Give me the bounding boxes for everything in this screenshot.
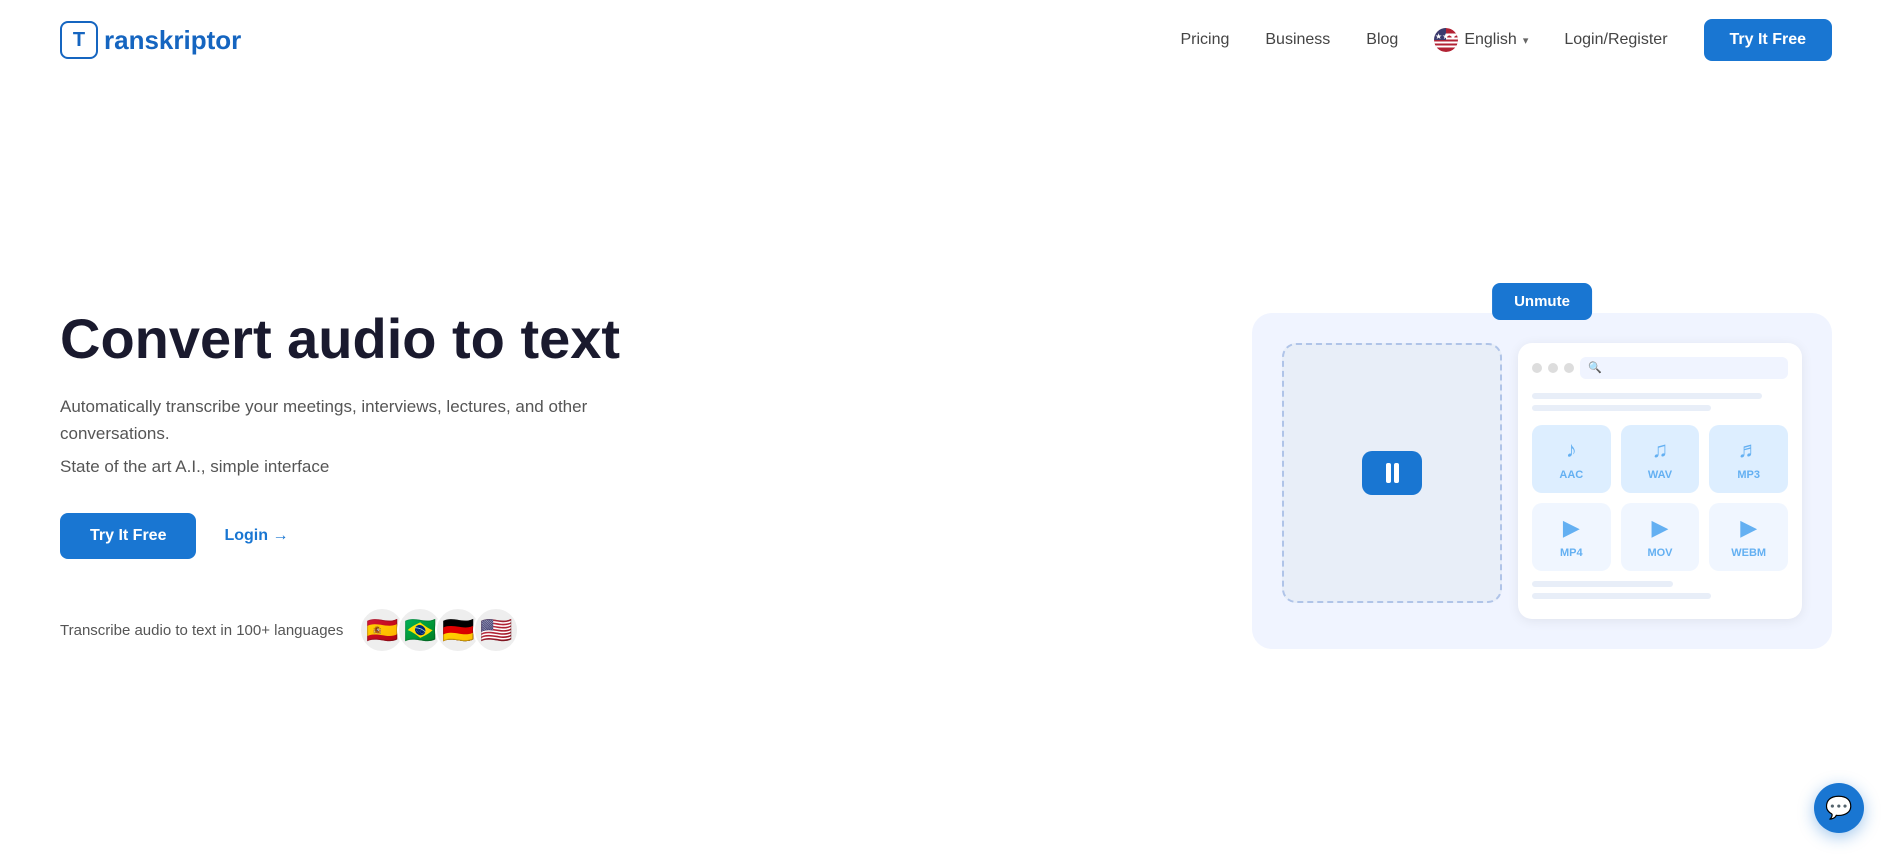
play-icon-webm: ▶ [1740,515,1757,541]
file-label-wav: WAV [1648,469,1672,481]
pause-button[interactable] [1362,451,1422,495]
file-card-mp4: ▶ MP4 [1532,503,1611,571]
us-flag-icon: ★★★ [1434,28,1458,52]
bottom-line-1 [1532,581,1673,587]
chat-icon: 💬 [1825,795,1852,821]
flag-icons: 🇪🇸 🇧🇷 🇩🇪 🇺🇸 [359,607,519,653]
text-lines [1532,393,1788,411]
hero-try-free-button[interactable]: Try It Free [60,513,196,559]
bottom-lines [1532,581,1788,599]
bottom-line-2 [1532,593,1711,599]
text-line-2 [1532,405,1711,411]
hero-title: Convert audio to text [60,308,640,370]
language-label: English [1464,31,1516,49]
file-label-mp4: MP4 [1560,547,1583,559]
unmute-button[interactable]: Unmute [1492,283,1592,320]
search-icon: 🔍 [1588,361,1602,374]
play-icon-mp4: ▶ [1563,515,1580,541]
hero-section: Convert audio to text Automatically tran… [0,80,1892,861]
hero-description-2: State of the art A.I., simple interface [60,457,640,477]
nav-try-free-button[interactable]: Try It Free [1704,19,1832,61]
illustration-container: 🔍 ♪ AAC ♫ WAV [1252,313,1832,649]
languages-row: Transcribe audio to text in 100+ languag… [60,607,640,653]
nav-blog[interactable]: Blog [1366,31,1398,49]
browser-dot-3 [1564,363,1574,373]
hero-description-1: Automatically transcribe your meetings, … [60,393,640,447]
music-note-icon-2: ♫ [1652,437,1669,463]
file-card-wav: ♫ WAV [1621,425,1700,493]
text-line-1 [1532,393,1762,399]
files-panel: 🔍 ♪ AAC ♫ WAV [1518,343,1802,619]
hero-left-content: Convert audio to text Automatically tran… [60,308,640,654]
browser-search-bar: 🔍 [1580,357,1788,379]
nav-links: Pricing Business Blog ★★★ English ▾ Logi… [1180,19,1832,61]
hero-login-link[interactable]: Login → [224,527,288,545]
browser-dot-2 [1548,363,1558,373]
hero-actions: Try It Free Login → [60,513,640,559]
login-register-link[interactable]: Login/Register [1564,31,1667,49]
pause-bar-right [1394,463,1399,483]
language-selector[interactable]: ★★★ English ▾ [1434,28,1528,52]
browser-dot-1 [1532,363,1542,373]
flag-usa: 🇺🇸 [473,607,519,653]
music-note-icon-3: ♬ [1738,437,1760,463]
logo-icon: T [60,21,98,59]
nav-pricing[interactable]: Pricing [1180,31,1229,49]
audio-player-panel [1282,343,1502,603]
languages-text: Transcribe audio to text in 100+ languag… [60,622,343,639]
logo[interactable]: T ranskriptor [60,21,241,59]
file-card-aac: ♪ AAC [1532,425,1611,493]
browser-bar: 🔍 [1532,357,1788,379]
file-label-mp3: MP3 [1737,469,1760,481]
music-note-icon: ♪ [1566,437,1577,463]
chevron-down-icon: ▾ [1523,34,1529,47]
file-type-grid: ♪ AAC ♫ WAV ♬ MP3 ▶ [1532,425,1788,571]
hero-illustration: Unmute 🔍 [1252,313,1832,649]
chat-bubble-button[interactable]: 💬 [1814,783,1864,833]
file-card-mp3: ♬ MP3 [1709,425,1788,493]
file-label-aac: AAC [1559,469,1583,481]
nav-business[interactable]: Business [1265,31,1330,49]
file-card-mov: ▶ MOV [1621,503,1700,571]
svg-text:★★★: ★★★ [1435,32,1457,41]
pause-bar-left [1386,463,1391,483]
play-icon-mov: ▶ [1652,515,1669,541]
file-label-mov: MOV [1647,547,1672,559]
logo-text: ranskriptor [104,25,241,56]
file-label-webm: WEBM [1731,547,1766,559]
file-card-webm: ▶ WEBM [1709,503,1788,571]
